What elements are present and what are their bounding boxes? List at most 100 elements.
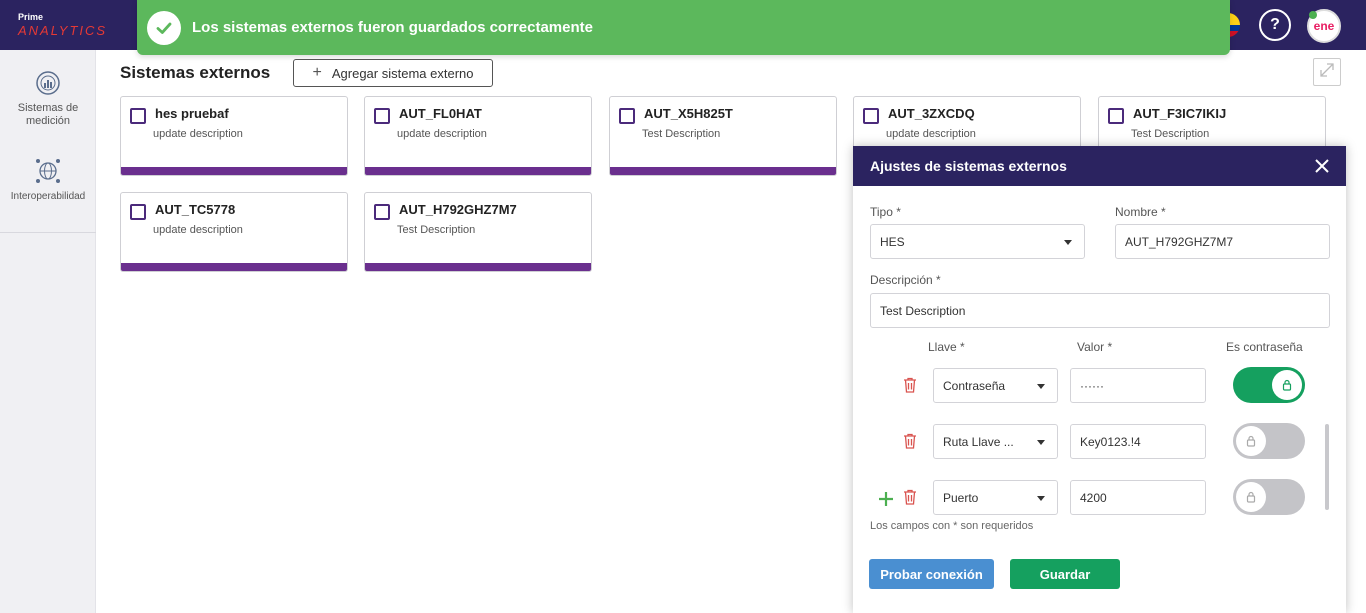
plus-icon: + (312, 64, 322, 81)
descripcion-value: Test Description (880, 303, 966, 318)
card-description: Test Description (397, 224, 476, 236)
descripcion-field[interactable]: Test Description (870, 293, 1330, 328)
password-toggle[interactable] (1233, 423, 1305, 459)
help-button[interactable]: ? (1259, 9, 1291, 41)
settings-panel: Ajustes de sistemas externos Tipo * HES … (853, 146, 1346, 613)
nombre-field[interactable]: AUT_H792GHZ7M7 (1115, 224, 1330, 259)
llave-column-header: Llave * (928, 340, 965, 354)
value-text: 4200 (1080, 490, 1107, 505)
value-text: Key0123.!4 (1080, 434, 1141, 449)
caret-down-icon (1037, 440, 1045, 445)
value-field[interactable]: ······ (1070, 368, 1206, 403)
card-checkbox[interactable] (130, 108, 146, 124)
caret-down-icon (1037, 384, 1045, 389)
card-checkbox[interactable] (374, 108, 390, 124)
password-column-header: Es contraseña (1226, 340, 1303, 354)
system-card[interactable]: hes pruebaf update description (120, 96, 348, 176)
check-circle-icon (147, 10, 181, 45)
app-logo[interactable]: Prime ANALYTICS (18, 12, 107, 38)
key-select[interactable]: Puerto (933, 480, 1058, 515)
nombre-value: AUT_H792GHZ7M7 (1125, 234, 1234, 249)
test-connection-button[interactable]: Probar conexión (869, 559, 994, 589)
panel-title: Ajustes de sistemas externos (870, 158, 1067, 174)
save-button[interactable]: Guardar (1010, 559, 1120, 589)
add-button-label: Agregar sistema externo (331, 65, 474, 81)
descripcion-label: Descripción * (870, 273, 941, 287)
password-toggle[interactable] (1233, 367, 1305, 403)
nombre-label: Nombre * (1115, 205, 1166, 219)
tipo-value: HES (880, 234, 905, 249)
sidebar: Sistemas de medición Interoperabilidad (0, 50, 96, 613)
caret-down-icon (1064, 240, 1072, 245)
card-name: AUT_X5H825T (644, 106, 733, 121)
expand-button[interactable] (1313, 58, 1341, 86)
close-icon[interactable] (1312, 156, 1332, 176)
sidebar-item-label: Sistemas de medición (17, 102, 79, 127)
password-toggle[interactable] (1233, 479, 1305, 515)
page-title: Sistemas externos (120, 63, 271, 82)
card-description: update description (886, 128, 976, 140)
card-accent-bar (121, 167, 347, 175)
toast-message: Los sistemas externos fueron guardados c… (192, 19, 593, 36)
card-name: AUT_H792GHZ7M7 (399, 202, 517, 217)
logo-line1: Prime (18, 12, 44, 22)
add-external-system-button[interactable]: + Agregar sistema externo (293, 59, 493, 87)
lock-icon (1236, 482, 1266, 512)
card-checkbox[interactable] (1108, 108, 1124, 124)
card-checkbox[interactable] (863, 108, 879, 124)
chart-meter-icon (35, 70, 61, 96)
card-description: Test Description (642, 128, 721, 140)
system-card[interactable]: AUT_FL0HAT update description (364, 96, 592, 176)
panel-header: Ajustes de sistemas externos (853, 146, 1346, 186)
tipo-select[interactable]: HES (870, 224, 1085, 259)
key-value: Ruta Llave ... (943, 434, 1014, 449)
trash-icon[interactable] (903, 489, 917, 505)
value-field[interactable]: Key0123.!4 (1070, 424, 1206, 459)
card-name: hes pruebaf (155, 106, 229, 121)
key-value: Puerto (943, 490, 979, 505)
caret-down-icon (1037, 496, 1045, 501)
sidebar-item-interoperabilidad[interactable]: Interoperabilidad (0, 158, 96, 203)
sidebar-item-sistemas-medicion[interactable]: Sistemas de medición (0, 70, 96, 128)
card-accent-bar (610, 167, 836, 175)
valor-column-header: Valor * (1077, 340, 1113, 354)
key-select[interactable]: Ruta Llave ... (933, 424, 1058, 459)
lock-icon (1272, 370, 1302, 400)
card-accent-bar (121, 263, 347, 271)
key-select[interactable]: Contraseña (933, 368, 1058, 403)
card-name: AUT_3ZXCDQ (888, 106, 975, 121)
card-name: AUT_FL0HAT (399, 106, 482, 121)
panel-scrollbar[interactable] (1325, 424, 1329, 510)
value-text: ······ (1080, 378, 1104, 393)
trash-icon[interactable] (903, 377, 917, 393)
card-accent-bar (365, 263, 591, 271)
card-checkbox[interactable] (130, 204, 146, 220)
system-card[interactable]: AUT_TC5778 update description (120, 192, 348, 272)
logo-line2: ANALYTICS (18, 23, 108, 38)
online-status-dot (1309, 11, 1317, 19)
lock-icon (1236, 426, 1266, 456)
tipo-label: Tipo * (870, 205, 901, 219)
expand-icon (1318, 61, 1336, 84)
avatar[interactable]: ene (1307, 9, 1341, 43)
avatar-text: ene (1313, 19, 1335, 33)
card-description: Test Description (1131, 128, 1210, 140)
required-note: Los campos con * son requeridos (870, 520, 1034, 532)
card-description: update description (153, 224, 243, 236)
trash-icon[interactable] (903, 433, 917, 449)
network-globe-icon (35, 158, 61, 184)
add-row-icon[interactable] (878, 491, 894, 507)
card-checkbox[interactable] (374, 204, 390, 220)
card-description: update description (153, 128, 243, 140)
card-checkbox[interactable] (619, 108, 635, 124)
card-name: AUT_F3IC7IKIJ (1133, 106, 1227, 121)
sidebar-divider (0, 232, 96, 233)
card-name: AUT_TC5778 (155, 202, 236, 217)
key-value: Contraseña (943, 378, 1006, 393)
value-field[interactable]: 4200 (1070, 480, 1206, 515)
system-card[interactable]: AUT_H792GHZ7M7 Test Description (364, 192, 592, 272)
sidebar-item-label: Interoperabilidad (10, 191, 86, 202)
card-description: update description (397, 128, 487, 140)
success-toast: Los sistemas externos fueron guardados c… (137, 0, 1230, 55)
system-card[interactable]: AUT_X5H825T Test Description (609, 96, 837, 176)
